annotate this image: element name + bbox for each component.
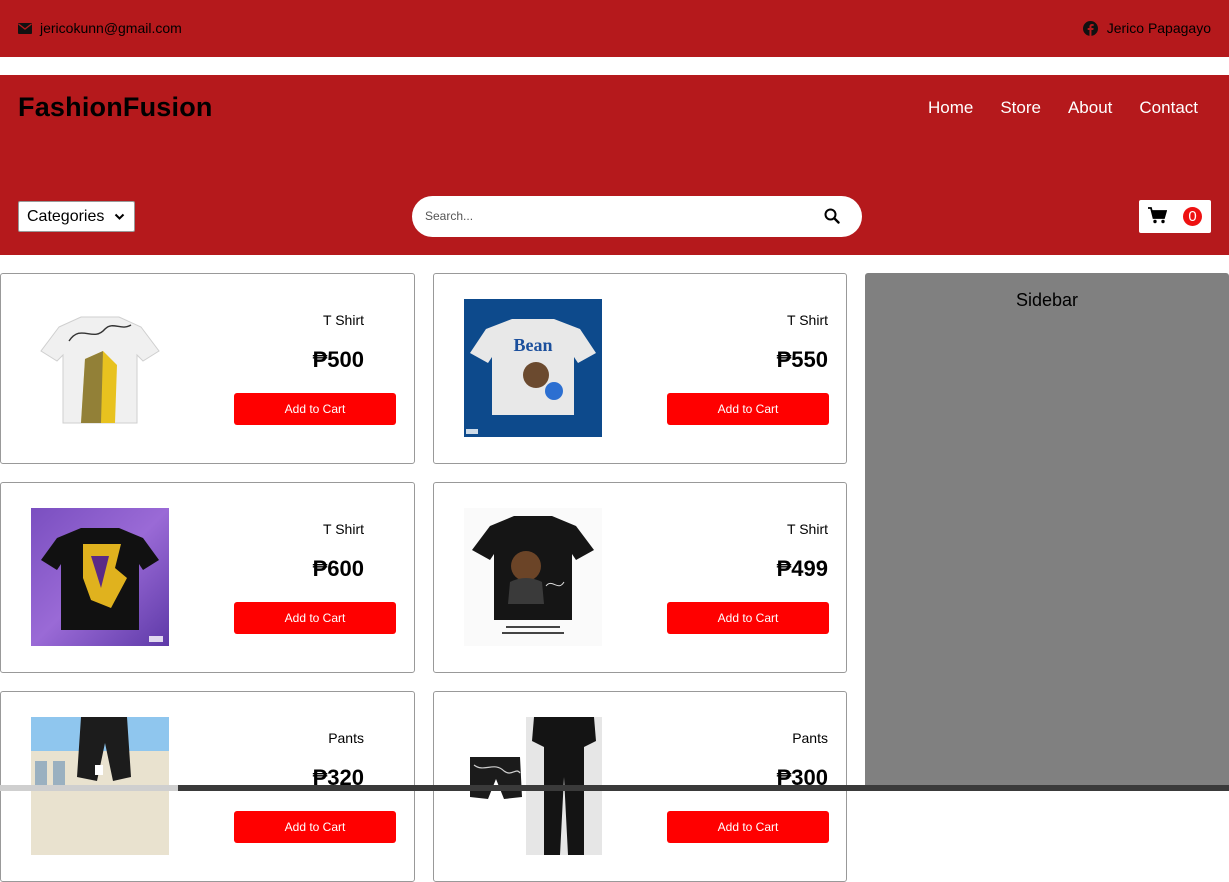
- product-price: ₱499: [776, 556, 828, 581]
- product-price: ₱600: [312, 556, 364, 581]
- nav-contact[interactable]: Contact: [1139, 98, 1198, 118]
- product-name: T Shirt: [323, 312, 364, 328]
- scrollbar-thumb[interactable]: [0, 785, 178, 791]
- cart-button[interactable]: 0: [1139, 200, 1211, 233]
- email-text: jericokunn@gmail.com: [40, 20, 182, 36]
- horizontal-scrollbar[interactable]: [0, 785, 1229, 791]
- add-to-cart-button[interactable]: Add to Cart: [667, 602, 829, 634]
- shirt-print-text: Bean: [513, 335, 552, 355]
- product-name: T Shirt: [787, 521, 828, 537]
- product-card: T Shirt ₱499 Add to Cart: [433, 482, 847, 673]
- categories-dropdown[interactable]: Categories: [18, 201, 135, 232]
- chevron-down-icon: [114, 213, 125, 220]
- product-price: ₱500: [312, 347, 364, 372]
- facebook-icon: [1082, 20, 1098, 36]
- search-icon[interactable]: [824, 208, 840, 224]
- categories-label: Categories: [27, 207, 105, 225]
- nav-store[interactable]: Store: [1000, 98, 1041, 118]
- product-image: [464, 508, 602, 646]
- nav-home[interactable]: Home: [928, 98, 973, 118]
- add-to-cart-button[interactable]: Add to Cart: [667, 811, 829, 843]
- add-to-cart-button[interactable]: Add to Cart: [234, 393, 396, 425]
- social-link[interactable]: Jerico Papagayo: [1082, 20, 1211, 36]
- search-input[interactable]: [425, 206, 805, 226]
- product-name: Pants: [328, 730, 364, 746]
- nav-about[interactable]: About: [1068, 98, 1112, 118]
- main-nav: Home Store About Contact: [928, 98, 1198, 118]
- add-to-cart-button[interactable]: Add to Cart: [667, 393, 829, 425]
- add-to-cart-button[interactable]: Add to Cart: [234, 811, 396, 843]
- social-name: Jerico Papagayo: [1106, 20, 1211, 36]
- product-image: [31, 299, 169, 437]
- product-card: T Shirt ₱500 Add to Cart: [0, 273, 415, 464]
- add-to-cart-button[interactable]: Add to Cart: [234, 602, 396, 634]
- cart-count-badge: 0: [1183, 207, 1202, 226]
- product-name: T Shirt: [323, 521, 364, 537]
- email-contact[interactable]: jericokunn@gmail.com: [18, 20, 182, 36]
- main-header: FashionFusion Home Store About Contact C…: [0, 75, 1229, 255]
- sidebar: Sidebar: [865, 273, 1229, 791]
- sidebar-title: Sidebar: [1015, 290, 1079, 310]
- product-card: Bean T Shirt ₱550 Add to Cart: [433, 273, 847, 464]
- product-image: [31, 508, 169, 646]
- brand-logo[interactable]: FashionFusion: [18, 92, 213, 123]
- envelope-icon: [18, 22, 32, 34]
- top-contact-bar: jericokunn@gmail.com Jerico Papagayo: [0, 0, 1229, 57]
- search-bar: [412, 196, 862, 237]
- product-price: ₱550: [776, 347, 828, 372]
- shopping-cart-icon: [1148, 207, 1167, 224]
- product-name: T Shirt: [787, 312, 828, 328]
- product-image: Bean: [464, 299, 602, 437]
- product-card: T Shirt ₱600 Add to Cart: [0, 482, 415, 673]
- product-name: Pants: [792, 730, 828, 746]
